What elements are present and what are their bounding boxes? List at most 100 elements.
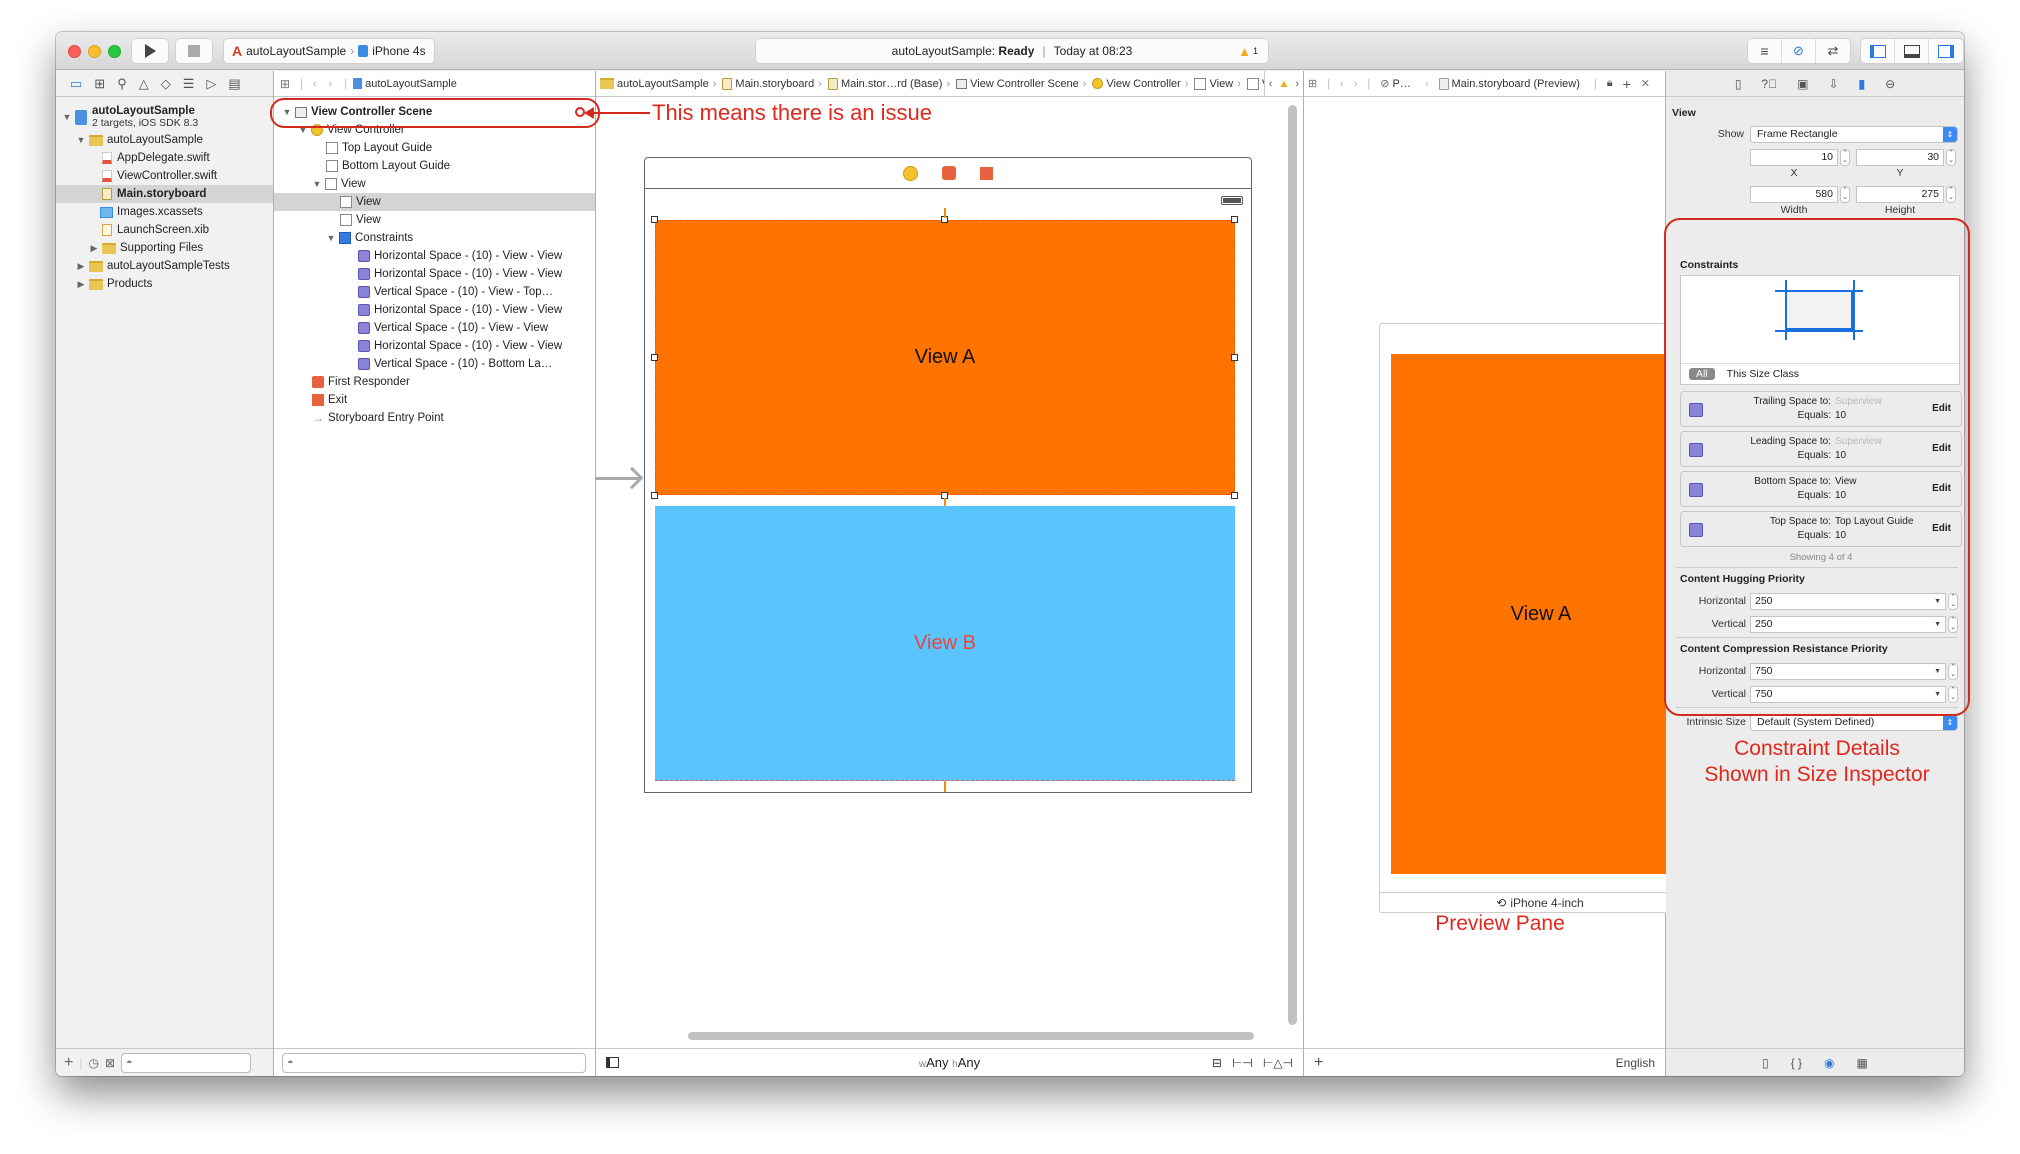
forward-icon[interactable]: ›: [1354, 78, 1358, 90]
view-a[interactable]: View A: [655, 220, 1235, 495]
size-class-control[interactable]: wAny hAny: [596, 1055, 1303, 1070]
warning-badge[interactable]: ▲ 1: [1238, 44, 1258, 59]
debug-area-toggle-icon[interactable]: [1895, 39, 1929, 63]
nav-item-viewcontroller[interactable]: ViewController.swift: [56, 167, 273, 185]
attributes-inspector-icon[interactable]: ⇩: [1828, 77, 1838, 91]
related-items-icon[interactable]: ⊞: [1308, 77, 1317, 90]
first-responder-icon[interactable]: [942, 166, 956, 180]
lock-icon[interactable]: 🔒︎: [1607, 77, 1613, 90]
close-editor-icon[interactable]: ✕: [1641, 77, 1650, 90]
align-icon[interactable]: ⊢⊣: [1232, 1056, 1253, 1070]
breadcrumb-preview-file[interactable]: Main.storyboard (Preview): [1438, 77, 1580, 90]
outline-item[interactable]: Bottom Layout Guide: [274, 157, 595, 175]
resize-handle[interactable]: [651, 216, 658, 223]
next-issue-icon[interactable]: ›: [1295, 78, 1299, 90]
outline-filter-input[interactable]: ◓: [282, 1052, 586, 1073]
y-stepper[interactable]: ⌃ ⌄: [1946, 149, 1956, 166]
nav-item-images[interactable]: Images.xcassets: [56, 203, 273, 221]
width-stepper[interactable]: ⌃ ⌄: [1840, 186, 1850, 203]
size-inspector-icon[interactable]: ▮: [1859, 77, 1866, 91]
run-button[interactable]: [132, 39, 168, 63]
outline-constraint[interactable]: Horizontal Space - (10) - View - View: [274, 301, 595, 319]
exit-icon[interactable]: [980, 166, 993, 180]
outline-item[interactable]: First Responder: [274, 373, 595, 391]
resize-handle[interactable]: [1231, 354, 1238, 361]
x-stepper[interactable]: ⌃ ⌄: [1840, 149, 1850, 166]
symbol-navigator-icon[interactable]: ⊞: [94, 76, 105, 92]
object-library-icon[interactable]: ◉: [1824, 1056, 1834, 1070]
outline-constraint[interactable]: Horizontal Space - (10) - View - View: [274, 265, 595, 283]
outline-item[interactable]: ▼ View: [274, 175, 595, 193]
outline-item[interactable]: ▼ Constraints: [274, 229, 595, 247]
quick-help-icon[interactable]: ?⃝: [1761, 77, 1777, 91]
outline-item[interactable]: Exit: [274, 391, 595, 409]
height-stepper[interactable]: ⌃ ⌄: [1946, 186, 1956, 203]
pin-icon[interactable]: ⊢△⊣: [1263, 1056, 1293, 1070]
breadcrumb-scene[interactable]: View Controller Scene: [956, 78, 1079, 90]
scheme-name[interactable]: autoLayoutSample: [246, 44, 346, 58]
disclosure-triangle-icon[interactable]: ▶: [89, 243, 99, 254]
forward-icon[interactable]: ›: [329, 78, 333, 90]
add-icon[interactable]: +: [64, 1054, 73, 1072]
outline-constraint[interactable]: Horizontal Space - (10) - View - View: [274, 337, 595, 355]
standard-editor-icon[interactable]: ≡: [1748, 39, 1782, 63]
test-navigator-icon[interactable]: ◇: [161, 76, 171, 92]
outline-item[interactable]: → Storyboard Entry Point: [274, 409, 595, 427]
zoom-window-button[interactable]: [108, 45, 121, 58]
version-editor-icon[interactable]: ⇄: [1816, 39, 1850, 63]
previous-issue-icon[interactable]: ‹: [1269, 78, 1273, 90]
project-navigator-icon[interactable]: ▭: [70, 76, 82, 92]
outline-constraint[interactable]: Horizontal Space - (10) - View - View: [274, 247, 595, 265]
utilities-toggle-icon[interactable]: [1929, 39, 1963, 63]
outline-constraint[interactable]: Vertical Space - (10) - Bottom La…: [274, 355, 595, 373]
scheme-selector[interactable]: A autoLayoutSample › iPhone 4s: [224, 39, 434, 63]
close-window-button[interactable]: [68, 45, 81, 58]
disclosure-triangle-icon[interactable]: ▼: [312, 179, 322, 189]
disclosure-triangle-icon[interactable]: ▶: [76, 279, 86, 290]
disclosure-triangle-icon[interactable]: ▼: [76, 135, 86, 145]
breadcrumb-preview-mode[interactable]: ⊘ P…: [1380, 77, 1411, 91]
report-navigator-icon[interactable]: ▤: [228, 76, 240, 92]
stop-button[interactable]: [176, 39, 212, 63]
connections-inspector-icon[interactable]: ⊖: [1885, 77, 1895, 91]
code-snippet-library-icon[interactable]: { }: [1791, 1056, 1802, 1070]
add-device-icon[interactable]: +: [1314, 1054, 1323, 1072]
debug-navigator-icon[interactable]: ☰: [183, 76, 195, 92]
nav-item-launchscreen[interactable]: LaunchScreen.xib: [56, 221, 273, 239]
back-icon[interactable]: ‹: [1340, 78, 1344, 90]
breadcrumb-view-controller[interactable]: View Controller: [1092, 78, 1181, 90]
navigator-toggle-icon[interactable]: [1861, 39, 1895, 63]
resize-handle[interactable]: [651, 354, 658, 361]
view-b[interactable]: View B: [655, 506, 1235, 781]
height-field[interactable]: 275: [1856, 186, 1944, 203]
breadcrumb-group[interactable]: autoLayoutSample: [600, 78, 709, 90]
find-navigator-icon[interactable]: ⚲: [117, 76, 127, 92]
related-items-icon[interactable]: ⊞: [280, 77, 290, 91]
breadcrumb-storyboard[interactable]: Main.storyboard: [722, 77, 814, 90]
nav-item-tests[interactable]: ▶ autoLayoutSampleTests: [56, 257, 273, 275]
stack-icon[interactable]: ⊟: [1212, 1056, 1222, 1070]
resize-handle[interactable]: [651, 492, 658, 499]
recent-files-icon[interactable]: ◷: [88, 1056, 98, 1070]
resize-handle[interactable]: [1231, 492, 1238, 499]
storyboard-entry-arrow[interactable]: [596, 463, 646, 493]
breadcrumb-view[interactable]: View: [1194, 77, 1233, 90]
outline-item[interactable]: Top Layout Guide: [274, 139, 595, 157]
disclosure-triangle-icon[interactable]: ▶: [76, 261, 86, 272]
project-root[interactable]: ▼ autoLayoutSample 2 targets, iOS SDK 8.…: [56, 103, 273, 131]
outline-constraint[interactable]: Vertical Space - (10) - View - Top…: [274, 283, 595, 301]
breadcrumb-storyboard-base[interactable]: Main.stor…rd (Base): [827, 77, 942, 90]
horizontal-scrollbar[interactable]: [688, 1032, 1254, 1040]
width-field[interactable]: 580: [1750, 186, 1838, 203]
file-template-library-icon[interactable]: ▯: [1762, 1056, 1769, 1070]
vertical-scrollbar[interactable]: [1288, 105, 1297, 1025]
resize-handle[interactable]: [1231, 216, 1238, 223]
media-library-icon[interactable]: ▦: [1857, 1056, 1868, 1070]
outline-item[interactable]: View: [274, 211, 595, 229]
breakpoint-navigator-icon[interactable]: ▷: [206, 76, 216, 92]
assistant-editor-icon[interactable]: ⊘: [1782, 39, 1816, 63]
breadcrumb-project[interactable]: autoLayoutSample: [353, 78, 457, 90]
nav-item-products[interactable]: ▶ Products: [56, 275, 273, 293]
back-icon[interactable]: ‹: [313, 78, 317, 90]
add-editor-icon[interactable]: +: [1623, 76, 1631, 92]
